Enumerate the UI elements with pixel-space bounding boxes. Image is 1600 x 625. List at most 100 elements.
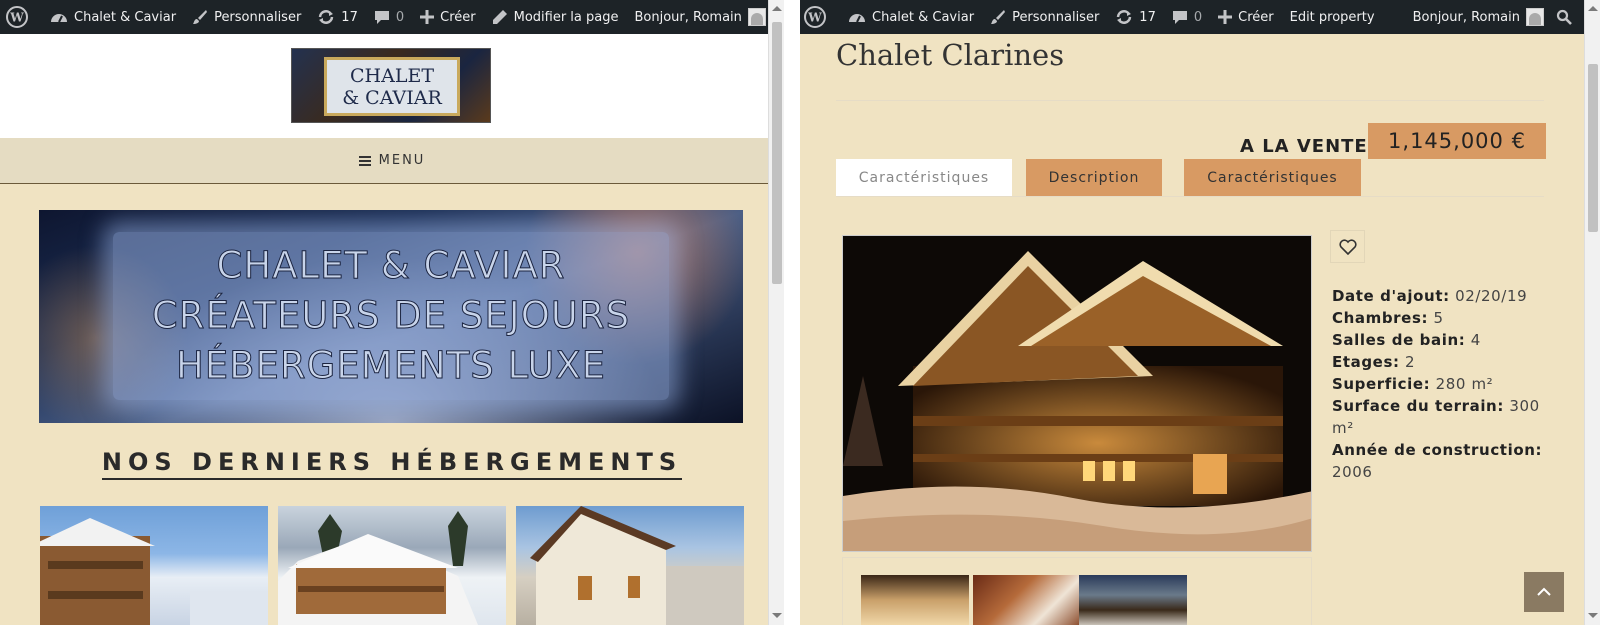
updates-count: 17	[341, 9, 358, 25]
detail-value: 5	[1433, 309, 1444, 327]
wordpress-icon: W	[804, 6, 826, 28]
edit-property-label: Edit property	[1289, 9, 1375, 25]
greeting-label: Bonjour, Romain	[634, 9, 742, 25]
property-thumbnail[interactable]	[40, 506, 268, 625]
detail-row: Superficie: 280 m²	[1332, 373, 1552, 395]
detail-value: 02/20/19	[1455, 287, 1528, 305]
plus-icon	[1218, 10, 1233, 24]
customize-label: Personnaliser	[1012, 9, 1100, 25]
svg-text:W: W	[9, 11, 24, 25]
edit-property-link[interactable]: Edit property	[1282, 0, 1383, 34]
updates-link[interactable]: 17	[1107, 0, 1164, 34]
section-title: NOS DERNIERS HÉBERGEMENTS	[0, 448, 784, 480]
property-title: Chalet Clarines	[836, 38, 1065, 72]
menu-label: MENU	[378, 153, 426, 168]
property-thumbnail[interactable]	[278, 506, 506, 625]
site-name-link[interactable]: Chalet & Caviar	[840, 0, 982, 34]
site-logo[interactable]: CHALET & CAVIAR	[291, 48, 491, 123]
updates-icon	[1117, 10, 1132, 24]
price-badge: 1,145,000 €	[1368, 123, 1546, 159]
new-content-label: Créer	[1238, 9, 1274, 25]
banner-line-3: HÉBERGEMENTS LUXE	[175, 344, 607, 388]
chevron-up-icon	[1537, 587, 1551, 596]
tab-caracteristiques-2[interactable]: Caractéristiques	[1184, 159, 1361, 196]
right-scrollbar[interactable]	[1584, 0, 1600, 625]
detail-row: Etages: 2	[1332, 351, 1552, 373]
my-account-link[interactable]: Bonjour, Romain	[1405, 0, 1548, 34]
tab-description[interactable]: Description	[1026, 159, 1162, 196]
dashboard-icon	[51, 14, 67, 23]
updates-link[interactable]: 17	[309, 0, 366, 34]
comments-count: 0	[1193, 9, 1203, 25]
new-content-label: Créer	[440, 9, 476, 25]
site-name-label: Chalet & Caviar	[872, 9, 975, 25]
dashboard-icon	[849, 14, 865, 23]
back-to-top-button[interactable]	[1524, 572, 1564, 612]
gallery-thumbnail[interactable]	[1079, 575, 1187, 625]
edit-page-link[interactable]: Modifier la page	[484, 0, 627, 34]
section-title-text: NOS DERNIERS HÉBERGEMENTS	[101, 448, 683, 480]
detail-label: Année de construction:	[1332, 441, 1543, 459]
avatar	[1526, 8, 1544, 26]
svg-text:W: W	[807, 11, 822, 25]
admin-bar: W Chalet & Caviar Personnaliser 17 0 Cré…	[0, 0, 784, 34]
site-name-label: Chalet & Caviar	[74, 9, 177, 25]
left-scrollbar[interactable]	[768, 0, 784, 625]
menu-toggle[interactable]: MENU	[0, 138, 784, 184]
detail-row: Année de construction: 2006	[1332, 439, 1552, 483]
detail-label: Surface du terrain:	[1332, 397, 1504, 415]
detail-label: Date d'ajout:	[1332, 287, 1450, 305]
customize-label: Personnaliser	[214, 9, 302, 25]
comment-icon	[1172, 11, 1187, 24]
updates-icon	[319, 10, 334, 24]
detail-label: Superficie:	[1332, 375, 1431, 393]
detail-row: Salles de bain: 4	[1332, 329, 1552, 351]
customize-link[interactable]: Personnaliser	[982, 0, 1107, 34]
heart-icon	[1338, 238, 1357, 255]
comments-link[interactable]: 0	[366, 0, 412, 34]
wordpress-menu[interactable]: W	[0, 0, 42, 34]
comments-link[interactable]: 0	[1164, 0, 1210, 34]
detail-label: Salles de bain:	[1332, 331, 1466, 349]
banner-line-2: CRÉATEURS DE SEJOURS	[151, 294, 631, 338]
detail-label: Chambres:	[1332, 309, 1429, 327]
new-content-link[interactable]: Créer	[412, 0, 483, 34]
favorite-button[interactable]	[1330, 230, 1365, 263]
wordpress-icon: W	[6, 6, 28, 28]
detail-row: Surface du terrain: 300 m²	[1332, 395, 1552, 439]
gallery-thumbnail[interactable]	[973, 575, 1081, 625]
admin-bar: W Chalet & Caviar Personnaliser 17 0 Cré…	[800, 0, 1600, 34]
search-icon	[1556, 9, 1572, 25]
wordpress-menu[interactable]: W	[800, 0, 840, 34]
comments-count: 0	[395, 9, 405, 25]
detail-value: 280 m²	[1435, 375, 1494, 393]
gallery-thumbnail[interactable]	[861, 575, 969, 625]
brush-icon	[991, 10, 1006, 24]
detail-value: 2006	[1332, 463, 1373, 481]
detail-value: 2	[1404, 353, 1416, 371]
comment-icon	[374, 11, 389, 24]
site-name-link[interactable]: Chalet & Caviar	[42, 0, 184, 34]
menu-icon	[358, 155, 371, 166]
main-property-photo[interactable]	[842, 235, 1312, 552]
left-browser-pane: W Chalet & Caviar Personnaliser 17 0 Cré…	[0, 0, 784, 625]
banner-line-1: CHALET & CAVIAR	[216, 244, 566, 288]
new-content-link[interactable]: Créer	[1210, 0, 1281, 34]
plus-icon	[420, 10, 435, 24]
sale-status-label: A LA VENTE	[1240, 136, 1368, 157]
edit-page-label: Modifier la page	[513, 9, 619, 25]
tab-caracteristiques[interactable]: Caractéristiques	[836, 159, 1012, 196]
brush-icon	[193, 10, 208, 24]
my-account-link[interactable]: Bonjour, Romain	[627, 0, 770, 34]
detail-label: Etages:	[1332, 353, 1400, 371]
property-thumbnail[interactable]	[516, 506, 744, 625]
logo-line-2: & CAVIAR	[342, 86, 442, 109]
hero-banner: CHALET & CAVIAR CRÉATEURS DE SEJOURS HÉB…	[39, 210, 743, 423]
logo-line-1: CHALET	[350, 64, 434, 87]
avatar	[747, 8, 766, 26]
divider	[836, 100, 1544, 101]
customize-link[interactable]: Personnaliser	[184, 0, 309, 34]
detail-value: 4	[1470, 331, 1481, 349]
site-header: CHALET & CAVIAR	[0, 34, 784, 138]
property-details: Date d'ajout: 02/20/19 Chambres: 5 Salle…	[1332, 285, 1552, 483]
